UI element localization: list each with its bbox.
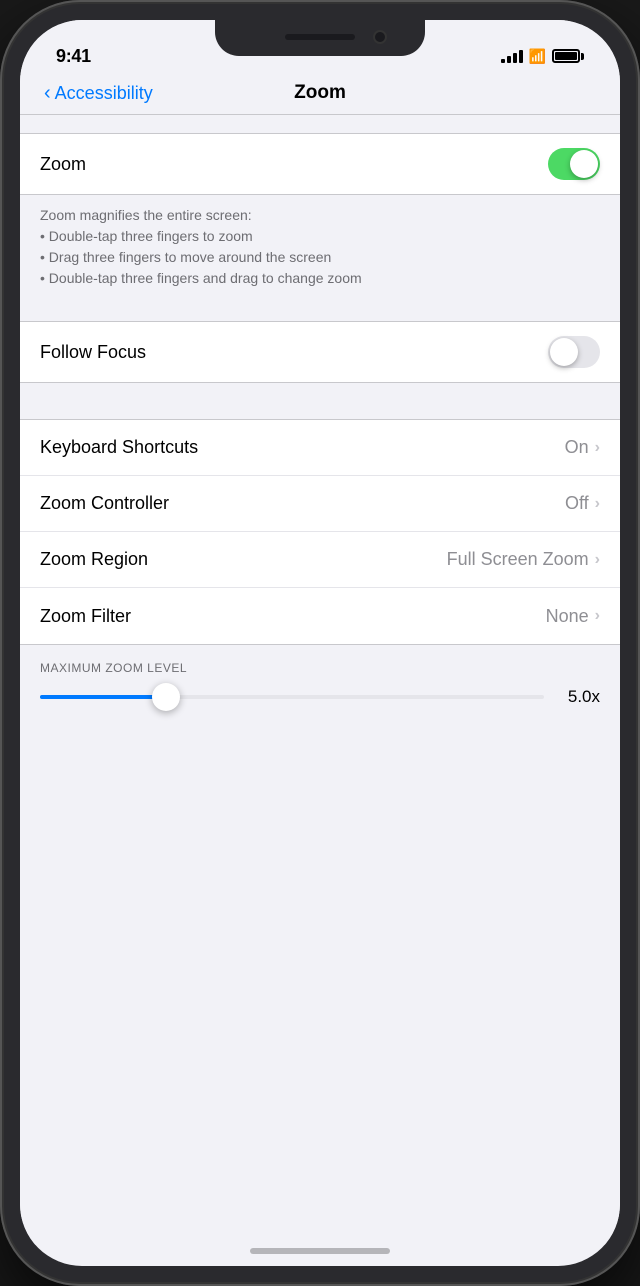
follow-focus-label: Follow Focus [40,342,146,363]
zoom-region-right: Full Screen Zoom › [447,549,600,570]
description-intro: Zoom magnifies the entire screen: [40,205,600,226]
page-title: Zoom [294,82,346,104]
follow-focus-row[interactable]: Follow Focus [20,322,620,382]
zoom-toggle-thumb [570,150,598,178]
slider-container: 5.0x [40,687,600,707]
zoom-description: Zoom magnifies the entire screen: • Doub… [20,195,620,303]
menu-group: Keyboard Shortcuts On › Zoom Controller … [20,419,620,645]
zoom-region-label: Zoom Region [40,549,148,570]
zoom-filter-value: None [546,606,589,627]
follow-focus-toggle-thumb [550,338,578,366]
top-gap [20,115,620,133]
description-bullet-3: • Double-tap three fingers and drag to c… [40,268,600,289]
back-button[interactable]: ‹ Accessibility [44,83,153,104]
slider-value: 5.0x [558,687,600,707]
battery-icon [552,49,584,63]
nav-bar: ‹ Accessibility Zoom [20,76,620,115]
follow-focus-toggle[interactable] [548,336,600,368]
zoom-toggle[interactable] [548,148,600,180]
zoom-filter-chevron-icon: › [595,607,600,625]
keyboard-shortcuts-label: Keyboard Shortcuts [40,437,198,458]
phone-frame: 9:41 📶 ‹ Accessibility Zoom [0,0,640,1286]
slider-fill [40,695,166,699]
zoom-controller-row[interactable]: Zoom Controller Off › [20,476,620,532]
back-chevron-icon: ‹ [44,83,51,103]
zoom-filter-label: Zoom Filter [40,606,131,627]
gap-1 [20,303,620,321]
zoom-controller-value: Off [565,493,589,514]
slider-section-label: MAXIMUM ZOOM LEVEL [40,645,600,687]
keyboard-shortcuts-chevron-icon: › [595,439,600,457]
signal-icon [501,49,523,63]
zoom-region-chevron-icon: › [595,551,600,569]
zoom-controller-chevron-icon: › [595,495,600,513]
zoom-row[interactable]: Zoom [20,134,620,194]
keyboard-shortcuts-value: On [565,437,589,458]
zoom-controller-right: Off › [565,493,600,514]
keyboard-shortcuts-row[interactable]: Keyboard Shortcuts On › [20,420,620,476]
zoom-region-value: Full Screen Zoom [447,549,589,570]
zoom-controller-label: Zoom Controller [40,493,169,514]
status-icons: 📶 [501,48,584,65]
zoom-filter-row[interactable]: Zoom Filter None › [20,588,620,644]
follow-focus-group: Follow Focus [20,321,620,383]
slider-thumb[interactable] [152,683,180,711]
gap-2 [20,383,620,419]
back-label: Accessibility [55,83,153,104]
zoom-group: Zoom [20,133,620,195]
settings-content: Zoom Zoom magnifies the entire screen: •… [20,115,620,1245]
notch-speaker [285,34,355,40]
notch [215,20,425,56]
slider-section: MAXIMUM ZOOM LEVEL 5.0x [20,645,620,727]
description-bullet-2: • Drag three fingers to move around the … [40,247,600,268]
status-time: 9:41 [56,46,91,67]
phone-screen: 9:41 📶 ‹ Accessibility Zoom [20,20,620,1266]
zoom-label: Zoom [40,154,86,175]
description-bullet-1: • Double-tap three fingers to zoom [40,226,600,247]
zoom-region-row[interactable]: Zoom Region Full Screen Zoom › [20,532,620,588]
wifi-icon: 📶 [529,48,546,65]
home-indicator [250,1248,390,1254]
zoom-filter-right: None › [546,606,600,627]
keyboard-shortcuts-right: On › [565,437,600,458]
zoom-level-slider[interactable] [40,695,544,699]
notch-camera [373,30,387,44]
